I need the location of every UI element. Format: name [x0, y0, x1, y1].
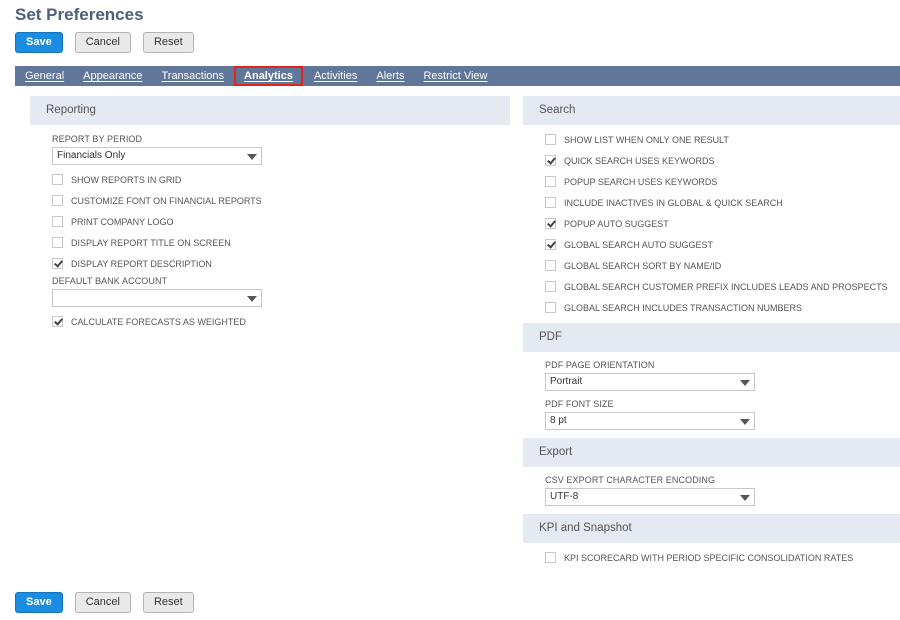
checkbox-quick-search-keywords[interactable]: QUICK SEARCH USES KEYWORDS [545, 150, 900, 171]
checkbox-label: POPUP AUTO SUGGEST [564, 218, 669, 229]
checkbox-include-inactives[interactable]: INCLUDE INACTIVES IN GLOBAL & QUICK SEAR… [545, 192, 900, 213]
tab-bar: General Appearance Transactions Analytic… [15, 66, 900, 86]
reset-button[interactable]: Reset [142, 592, 194, 613]
checkbox-label: GLOBAL SEARCH SORT BY NAME/ID [564, 260, 722, 271]
report-by-period-label: REPORT BY PERIOD [52, 134, 143, 144]
chevron-down-icon [740, 495, 750, 501]
checkbox-box[interactable] [52, 216, 63, 227]
checkbox-display-report-title[interactable]: DISPLAY REPORT TITLE ON SCREEN [52, 232, 510, 253]
checkbox-box[interactable] [545, 302, 556, 313]
checkbox-print-company-logo[interactable]: PRINT COMPANY LOGO [52, 211, 510, 232]
page-title: Set Preferences [15, 5, 144, 24]
checkbox-label: CALCULATE FORECASTS AS WEIGHTED [71, 316, 246, 327]
checkbox-global-auto-suggest[interactable]: GLOBAL SEARCH AUTO SUGGEST [545, 234, 900, 255]
checkbox-box[interactable] [545, 176, 556, 187]
checkbox-box[interactable] [545, 218, 556, 229]
search-checkbox-list: SHOW LIST WHEN ONLY ONE RESULT QUICK SEA… [523, 125, 900, 318]
checkbox-box[interactable] [52, 174, 63, 185]
reporting-section-header: Reporting [30, 96, 510, 125]
checkbox-box[interactable] [545, 260, 556, 271]
report-by-period-select[interactable]: Financials Only [52, 147, 262, 165]
checkbox-kpi-scorecard[interactable]: KPI SCORECARD WITH PERIOD SPECIFIC CONSO… [545, 547, 900, 568]
checkbox-box[interactable] [52, 316, 63, 327]
kpi-section-header: KPI and Snapshot [523, 514, 900, 543]
reporting-checkbox-list: SHOW REPORTS IN GRID CUSTOMIZE FONT ON F… [52, 169, 510, 274]
checkbox-global-customer-prefix[interactable]: GLOBAL SEARCH CUSTOMER PREFIX INCLUDES L… [545, 276, 900, 297]
export-section-header: Export [523, 438, 900, 467]
checkbox-label: GLOBAL SEARCH AUTO SUGGEST [564, 239, 714, 250]
checkbox-show-list-one-result[interactable]: SHOW LIST WHEN ONLY ONE RESULT [545, 129, 900, 150]
reporting-column: Reporting REPORT BY PERIOD Financials On… [30, 96, 510, 332]
checkbox-label: POPUP SEARCH USES KEYWORDS [564, 176, 718, 187]
default-bank-account-label: DEFAULT BANK ACCOUNT [52, 276, 168, 286]
search-section-header: Search [523, 96, 900, 125]
checkbox-global-sort-by-name[interactable]: GLOBAL SEARCH SORT BY NAME/ID [545, 255, 900, 276]
checkbox-box[interactable] [52, 195, 63, 206]
reset-button[interactable]: Reset [142, 32, 194, 53]
chevron-down-icon [740, 380, 750, 386]
tab-activities[interactable]: Activities [314, 70, 357, 82]
chevron-down-icon [740, 419, 750, 425]
save-button[interactable]: Save [15, 32, 63, 53]
checkbox-box[interactable] [545, 239, 556, 250]
checkbox-customize-font[interactable]: CUSTOMIZE FONT ON FINANCIAL REPORTS [52, 190, 510, 211]
checkbox-label: DISPLAY REPORT DESCRIPTION [71, 258, 212, 269]
checkbox-box[interactable] [52, 237, 63, 248]
checkbox-label: CUSTOMIZE FONT ON FINANCIAL REPORTS [71, 195, 262, 206]
save-button[interactable]: Save [15, 592, 63, 613]
chevron-down-icon [247, 296, 257, 302]
checkbox-box[interactable] [545, 281, 556, 292]
csv-encoding-label: CSV EXPORT CHARACTER ENCODING [545, 475, 716, 485]
tab-transactions[interactable]: Transactions [161, 70, 224, 82]
tab-appearance[interactable]: Appearance [83, 70, 142, 82]
pdf-orientation-label: PDF PAGE ORIENTATION [545, 360, 655, 370]
checkbox-box[interactable] [545, 134, 556, 145]
pdf-font-size-select[interactable]: 8 pt [545, 412, 755, 430]
tab-general[interactable]: General [25, 70, 64, 82]
checkbox-label: DISPLAY REPORT TITLE ON SCREEN [71, 237, 231, 248]
checkbox-box[interactable] [52, 258, 63, 269]
report-by-period-value: Financials Only [57, 150, 126, 161]
right-column: Search SHOW LIST WHEN ONLY ONE RESULT QU… [523, 96, 900, 568]
checkbox-box[interactable] [545, 197, 556, 208]
cancel-button[interactable]: Cancel [74, 32, 131, 53]
checkbox-show-reports-in-grid[interactable]: SHOW REPORTS IN GRID [52, 169, 510, 190]
pdf-section-header: PDF [523, 323, 900, 352]
checkbox-display-report-description[interactable]: DISPLAY REPORT DESCRIPTION [52, 253, 510, 274]
checkbox-label: KPI SCORECARD WITH PERIOD SPECIFIC CONSO… [564, 552, 854, 563]
checkbox-label: INCLUDE INACTIVES IN GLOBAL & QUICK SEAR… [564, 197, 783, 208]
top-button-row: Save Cancel Reset [15, 32, 194, 53]
bottom-button-row: Save Cancel Reset [15, 592, 194, 613]
checkbox-calculate-forecasts[interactable]: CALCULATE FORECASTS AS WEIGHTED [52, 311, 510, 332]
checkbox-label: SHOW LIST WHEN ONLY ONE RESULT [564, 134, 729, 145]
checkbox-popup-auto-suggest[interactable]: POPUP AUTO SUGGEST [545, 213, 900, 234]
checkbox-label: GLOBAL SEARCH INCLUDES TRANSACTION NUMBE… [564, 302, 803, 313]
pdf-font-size-value: 8 pt [550, 415, 567, 426]
pdf-orientation-select[interactable]: Portrait [545, 373, 755, 391]
tab-restrict-view[interactable]: Restrict View [423, 70, 487, 82]
checkbox-box[interactable] [545, 552, 556, 563]
tab-alerts[interactable]: Alerts [376, 70, 404, 82]
checkbox-popup-search-keywords[interactable]: POPUP SEARCH USES KEYWORDS [545, 171, 900, 192]
tab-analytics[interactable]: Analytics [234, 66, 303, 86]
pdf-orientation-value: Portrait [550, 376, 583, 387]
pdf-font-size-label: PDF FONT SIZE [545, 399, 614, 409]
cancel-button[interactable]: Cancel [74, 592, 131, 613]
checkbox-label: PRINT COMPANY LOGO [71, 216, 174, 227]
checkbox-label: GLOBAL SEARCH CUSTOMER PREFIX INCLUDES L… [564, 281, 888, 292]
default-bank-account-select[interactable] [52, 289, 262, 307]
chevron-down-icon [247, 154, 257, 160]
csv-encoding-select[interactable]: UTF-8 [545, 488, 755, 506]
checkbox-label: QUICK SEARCH USES KEYWORDS [564, 155, 715, 166]
checkbox-label: SHOW REPORTS IN GRID [71, 174, 182, 185]
checkbox-box[interactable] [545, 155, 556, 166]
csv-encoding-value: UTF-8 [550, 491, 579, 502]
checkbox-global-transaction-numbers[interactable]: GLOBAL SEARCH INCLUDES TRANSACTION NUMBE… [545, 297, 900, 318]
